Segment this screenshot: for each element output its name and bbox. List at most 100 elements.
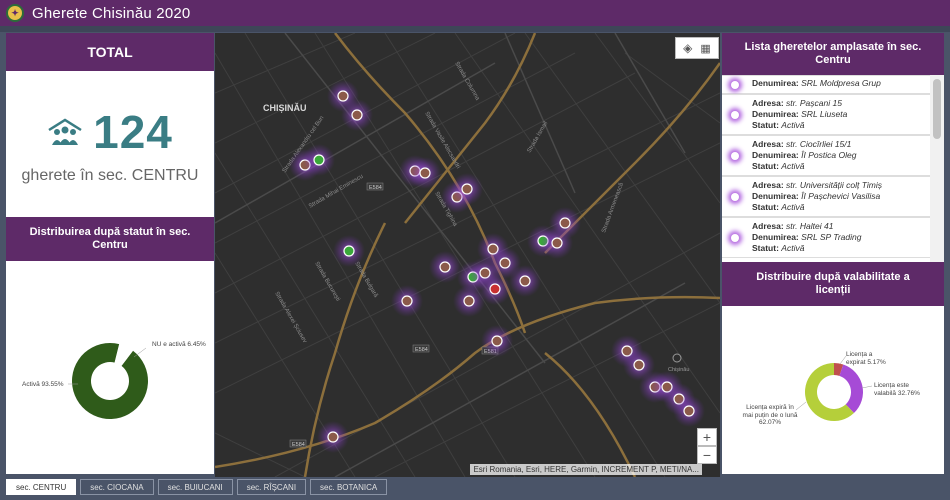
leader-line-inactive	[133, 347, 147, 358]
licence-label-soon-line: mai puțin de o lună	[742, 411, 798, 419]
kiosk-list-title: Lista gheretelor amplasate în sec. Centr…	[722, 33, 944, 75]
list-item-address-label: Adresa:	[752, 180, 784, 190]
licence-label-expired: Licența a expirat 5.17%	[846, 351, 886, 366]
total-subtitle: gherete în sec. CENTRU	[21, 167, 199, 184]
marker-dot-icon	[731, 192, 739, 201]
list-item-address: str. Haltei 41	[786, 221, 834, 231]
licence-label-soon: Licența expiră în mai puțin de o lună 62…	[740, 404, 800, 427]
status-donut-chart[interactable]	[6, 261, 214, 474]
list-item-name: ÎI Pașchevici Vasilisa	[801, 191, 881, 201]
status-chart-title: Distribuirea după statut în sec. Centru	[6, 217, 214, 261]
donut-slice-active[interactable]	[72, 343, 148, 419]
list-item[interactable]: Adresa: str. Ciocîrliei 15/1 Denumirea: Î…	[722, 135, 930, 176]
map-attribution[interactable]: Esri Romania, Esri, HERE, Garmin, INCREM…	[470, 464, 702, 475]
qr-code-icon[interactable]: ▦	[700, 42, 710, 55]
total-panel-title: TOTAL	[6, 33, 214, 71]
licence-label-soon-line: 62.07%	[758, 419, 782, 426]
kiosk-marker-icon[interactable]	[351, 109, 363, 121]
tab-sector[interactable]: sec. BOTANICA	[310, 479, 388, 495]
zoom-in-button[interactable]: +	[697, 428, 717, 446]
list-item[interactable]: Adresa: str. Pașcani 15 Denumirea: SRL Li…	[722, 94, 930, 135]
header-strip	[0, 26, 950, 32]
kiosk-marker-icon[interactable]	[401, 295, 413, 307]
city-label: CHIȘINĂU	[263, 103, 307, 113]
kiosk-marker-icon[interactable]	[683, 405, 695, 417]
zoom-out-button[interactable]: −	[697, 446, 717, 464]
sector-tabs: sec. CENTRU sec. CIOCANA sec. BUIUCANI sec.…	[6, 479, 391, 497]
kiosk-marker-icon[interactable]	[343, 245, 355, 257]
list-item-name-label: Denumirea:	[752, 232, 799, 242]
kiosk-marker-icon[interactable]	[419, 167, 431, 179]
status-label-inactive: NU e activă 6.45%	[152, 341, 206, 348]
kiosk-marker-icon[interactable]	[463, 295, 475, 307]
list-item-name: SRL SP Trading	[801, 232, 862, 242]
status-label-active: Activă 93.55%	[22, 381, 64, 388]
licence-label-soon-line: Licența expiră în	[746, 404, 794, 411]
total-panel: TOTAL 124 gherete în sec. CENTRU	[6, 33, 214, 217]
list-item-status-label: Statut:	[752, 243, 779, 253]
road-shield: E584	[415, 347, 428, 353]
kiosk-marker-icon[interactable]	[551, 237, 563, 249]
list-item[interactable]: Adresa: str. Universității colț Timiș Den…	[722, 176, 930, 217]
status-chart-panel: Distribuirea după statut în sec. Centru …	[6, 217, 214, 474]
list-item-name-label: Denumirea:	[752, 150, 799, 160]
licence-chart-title: Distribuire după valabilitate a licenții	[722, 262, 944, 306]
list-item-status-label: Statut:	[752, 202, 779, 212]
list-item-name: SRL Liuseta	[801, 109, 848, 119]
list-item-address-label: Adresa:	[752, 221, 784, 231]
road-shield: E584	[369, 185, 382, 191]
list-scrollbar[interactable]	[930, 75, 944, 262]
marker-dot-icon	[731, 151, 739, 160]
kiosk-marker-icon[interactable]	[461, 183, 473, 195]
road-shield: E584	[292, 442, 305, 448]
kiosk-marker-icon[interactable]	[313, 154, 325, 166]
scrollbar-thumb[interactable]	[933, 79, 941, 139]
kiosk-list-panel: Lista gheretelor amplasate în sec. Centr…	[722, 33, 944, 262]
list-item-status: Activă	[781, 120, 805, 130]
list-item-name-label: Denumirea:	[752, 109, 799, 119]
tab-sector[interactable]: sec. RÎȘCANI	[236, 479, 307, 495]
app-title: Gherete Chisinău 2020	[32, 4, 191, 22]
map-view[interactable]: Strada Alexandru cel Bun Strada Mihai Em…	[215, 33, 720, 477]
kiosk-marker-icon[interactable]	[439, 261, 451, 273]
tab-sector[interactable]: sec. CENTRU	[6, 479, 77, 495]
list-item-name-label: Denumirea:	[752, 191, 799, 201]
list-item[interactable]: Denumirea: SRL Moldpresa Grup	[722, 75, 930, 94]
kiosk-marker-icon[interactable]	[327, 431, 339, 443]
list-item-status-label: Statut:	[752, 161, 779, 171]
kiosk-marker-icon[interactable]	[337, 90, 349, 102]
list-item-status-label: Statut:	[752, 120, 779, 130]
kiosk-marker-icon[interactable]	[499, 257, 511, 269]
map-canvas[interactable]: Strada Alexandru cel Bun Strada Mihai Em…	[215, 33, 720, 477]
list-item-address: str. Ciocîrliei 15/1	[786, 139, 852, 149]
kiosk-marker-icon[interactable]	[633, 359, 645, 371]
list-item-address-label: Adresa:	[752, 98, 784, 108]
layers-icon[interactable]: ◈	[683, 41, 692, 55]
list-item-name: SRL Moldpresa Grup	[801, 78, 881, 88]
donut-slice-valid[interactable]	[839, 364, 863, 414]
kiosk-marker-icon[interactable]	[489, 283, 501, 295]
marker-dot-icon	[731, 110, 739, 119]
kiosk-marker-icon[interactable]	[559, 217, 571, 229]
list-item-name-label: Denumirea:	[752, 78, 799, 88]
total-count-row: 124	[6, 105, 214, 159]
list-item-status: Activă	[781, 243, 805, 253]
marker-dot-icon	[731, 80, 739, 89]
tab-sector[interactable]: sec. BUIUCANI	[157, 479, 233, 495]
licence-chart-panel: Distribuire după valabilitate a licenții…	[722, 262, 944, 474]
list-item-status: Activă	[781, 161, 805, 171]
list-item-address: str. Universității colț Timiș	[786, 180, 882, 190]
list-item-name: ÎI Postica Oleg	[801, 150, 857, 160]
kiosk-marker-icon[interactable]	[519, 275, 531, 287]
kiosk-marker-icon[interactable]	[491, 335, 503, 347]
list-item[interactable]: Adresa: str. Haltei 41 Denumirea: SRL SP …	[722, 217, 930, 258]
licence-label-valid: Licența este valabilă 32.76%	[874, 382, 920, 397]
marker-dot-icon	[731, 233, 739, 242]
app-header: ✦ Gherete Chisinău 2020	[0, 0, 950, 26]
total-count: 124	[93, 106, 173, 158]
leader-line-valid	[861, 385, 873, 389]
people-icon	[48, 118, 82, 145]
kiosk-list[interactable]: Denumirea: SRL Moldpresa Grup Adresa: st…	[722, 75, 930, 262]
map-toolbar[interactable]: ◈ ▦	[675, 37, 719, 59]
tab-sector[interactable]: sec. CIOCANA	[80, 479, 154, 495]
